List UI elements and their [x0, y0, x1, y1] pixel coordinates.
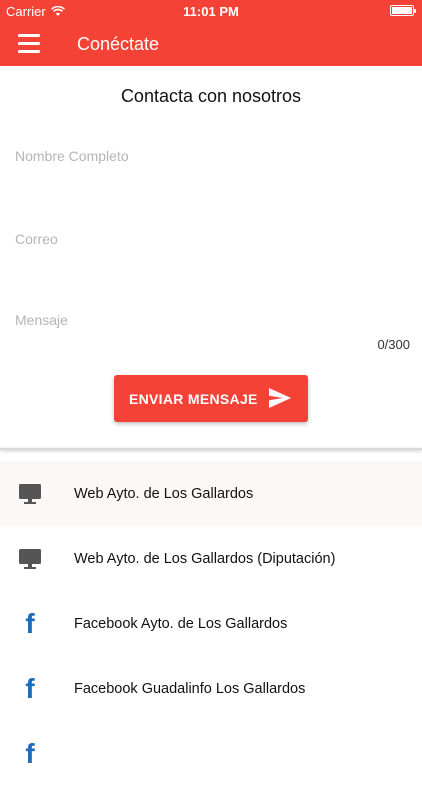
full-name-input[interactable]: [15, 146, 407, 166]
status-bar: Carrier 11:01 PM: [0, 0, 422, 22]
email-input[interactable]: [15, 229, 407, 249]
send-icon: [269, 388, 291, 408]
battery-icon: [390, 5, 416, 16]
send-button-label: ENVIAR MENSAJE: [129, 390, 258, 407]
page-title: Conéctate: [77, 34, 160, 54]
status-time: 11:01 PM: [183, 4, 239, 19]
facebook-icon: f: [25, 672, 35, 704]
section-divider: [0, 448, 422, 450]
monitor-icon: [17, 546, 43, 572]
link-web-ayuntamiento[interactable]: Web Ayto. de Los Gallardos: [0, 461, 422, 526]
message-input[interactable]: [15, 312, 407, 332]
message-char-counter: 0/300: [377, 337, 410, 352]
facebook-icon: f: [25, 737, 35, 769]
link-label: Facebook Guadalinfo Los Gallardos: [74, 680, 306, 697]
monitor-icon: [17, 481, 43, 507]
link-web-diputacion[interactable]: Web Ayto. de Los Gallardos (Diputación): [0, 526, 422, 591]
form-title: Contacta con nosotros: [120, 86, 302, 106]
links-list: Web Ayto. de Los Gallardos Web Ayto. de …: [0, 461, 422, 786]
send-message-button[interactable]: ENVIAR MENSAJE: [114, 375, 308, 422]
contact-form: Contacta con nosotros 0/300 ENVIAR MENSA…: [0, 66, 422, 448]
link-label: Web Ayto. de Los Gallardos (Diputación): [74, 550, 336, 567]
link-facebook-guadalinfo[interactable]: f Facebook Guadalinfo Los Gallardos: [0, 656, 422, 721]
link-label: Web Ayto. de Los Gallardos: [74, 485, 254, 502]
link-label: Facebook Ayto. de Los Gallardos: [74, 615, 288, 632]
facebook-icon: f: [25, 607, 35, 639]
hamburger-menu-icon[interactable]: [18, 34, 42, 54]
link-facebook-partial[interactable]: f: [0, 721, 422, 786]
app-bar: Conéctate: [0, 22, 422, 66]
link-facebook-ayuntamiento[interactable]: f Facebook Ayto. de Los Gallardos: [0, 591, 422, 656]
